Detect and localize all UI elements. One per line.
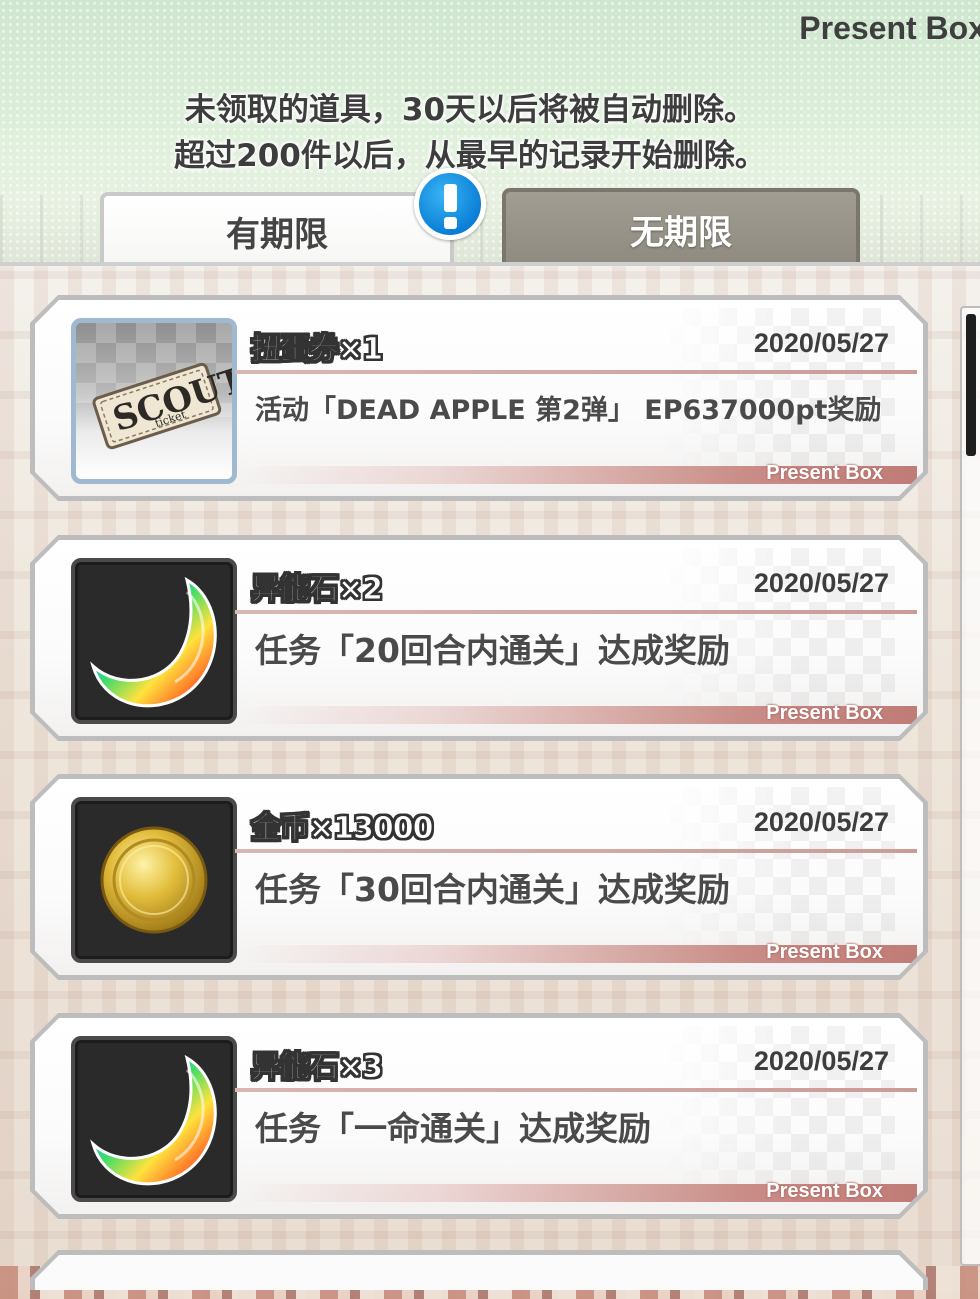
present-name: 异能石×3	[250, 1050, 383, 1086]
present-source-tag: Present Box	[766, 702, 883, 724]
present-description: 任务「30回合内通关」达成奖励	[255, 870, 730, 909]
scrollbar-thumb[interactable]	[966, 314, 976, 456]
present-description: 任务「一命通关」达成奖励	[255, 1109, 651, 1148]
notice-line-1: 未领取的道具，30天以后将被自动删除。	[184, 92, 756, 128]
ability-stone-icon	[71, 558, 237, 724]
present-item[interactable]: 异能石×3 2020/05/27 任务「一命通关」达成奖励 Present Bo…	[30, 1013, 928, 1219]
present-date: 2020/05/27	[753, 1046, 889, 1076]
notice-line-2: 超过200件以后，从最早的记录开始删除。	[174, 138, 766, 174]
scout-ticket-icon: SCOUT ticket	[71, 318, 237, 484]
present-source-tag: Present Box	[766, 1180, 883, 1202]
present-item-partial[interactable]	[30, 1250, 928, 1290]
present-date: 2020/05/27	[753, 807, 889, 837]
present-description: 活动「DEAD APPLE 第2弹」 EP637000pt奖励	[255, 395, 882, 426]
present-name: 金币×13000	[251, 811, 435, 847]
panel-top-border	[0, 262, 980, 266]
present-item[interactable]: 异能石×2 2020/05/27 任务「20回合内通关」达成奖励 Present…	[30, 535, 928, 741]
present-date: 2020/05/27	[753, 568, 889, 598]
present-name: 异能石×2	[250, 572, 383, 608]
ability-stone-icon	[71, 1036, 237, 1202]
present-source-tag: Present Box	[766, 462, 883, 484]
tab-limited-label: 有期限	[226, 214, 328, 255]
tab-unlimited-label: 无期限	[630, 212, 732, 253]
scrollbar[interactable]	[960, 306, 980, 1266]
present-item[interactable]: SCOUT ticket 扭蛋券×1 2020/05/27 活动「DEAD AP…	[30, 295, 928, 501]
present-date: 2020/05/27	[753, 328, 889, 358]
present-name: 扭蛋券×1	[250, 332, 383, 368]
tab-unlimited[interactable]: 无期限	[502, 188, 860, 266]
tab-limited[interactable]: 有期限	[100, 192, 454, 266]
present-item[interactable]: 金币×13000 2020/05/27 任务「30回合内通关」达成奖励 Pres…	[30, 774, 928, 980]
page-title: Present Box	[799, 10, 980, 46]
present-source-tag: Present Box	[766, 941, 883, 963]
gold-coin-icon	[71, 797, 237, 963]
present-description: 任务「20回合内通关」达成奖励	[255, 631, 730, 670]
exclamation-icon	[414, 168, 486, 240]
